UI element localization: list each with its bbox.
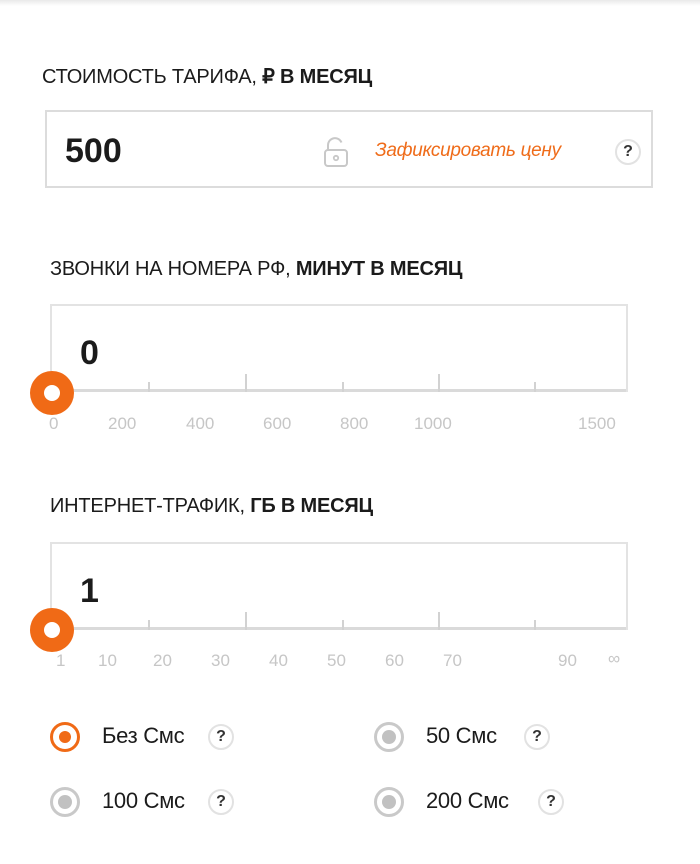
internet-scale-label: 40 — [269, 651, 288, 670]
calls-scale-label: 200 — [108, 414, 137, 433]
calls-label-unit: МИНУТ В МЕСЯЦ — [295, 258, 463, 280]
internet-label: ИНТЕРНЕТ-ТРАФИК, ГБ В МЕСЯЦ — [50, 495, 373, 518]
calls-label-text: ЗВОНКИ НА НОМЕРА РФ, — [50, 258, 296, 280]
internet-slider-handle[interactable] — [30, 608, 74, 652]
calls-label: ЗВОНКИ НА НОМЕРА РФ, МИНУТ В МЕСЯЦ — [50, 258, 463, 281]
calls-slider-track[interactable] — [52, 389, 626, 392]
internet-scale-label: 20 — [153, 651, 172, 670]
sms-radio-50[interactable] — [374, 722, 404, 752]
calls-scale-label: 800 — [340, 414, 369, 433]
calls-slider-handle[interactable] — [30, 371, 74, 415]
price-value: 500 — [65, 132, 122, 170]
sms-option-label[interactable]: Без Смс — [102, 723, 185, 749]
internet-slider-box: 1 — [50, 542, 628, 630]
calls-value: 0 — [80, 334, 99, 372]
internet-slider-track[interactable] — [52, 627, 626, 630]
sms-100-help-button[interactable]: ? — [208, 789, 234, 815]
price-label-text: СТОИМОСТЬ ТАРИФА, — [42, 66, 263, 88]
internet-tick — [534, 620, 536, 630]
sms-option-label[interactable]: 100 Смс — [102, 788, 185, 814]
internet-tick — [148, 620, 150, 630]
price-help-button[interactable]: ? — [615, 139, 641, 165]
sms-option-label[interactable]: 50 Смс — [426, 723, 497, 749]
calls-scale-label: 1000 — [414, 414, 452, 433]
internet-label-unit: ГБ В МЕСЯЦ — [250, 495, 373, 517]
calls-scale-label: 1500 — [578, 414, 616, 433]
sms-radio-200[interactable] — [374, 787, 404, 817]
internet-scale-label: 10 — [98, 651, 117, 670]
sms-50-help-button[interactable]: ? — [524, 724, 550, 750]
calls-tick — [148, 382, 150, 392]
internet-scale-label: 70 — [443, 651, 462, 670]
calls-scale-label: 0 — [49, 414, 59, 433]
sms-none-help-button[interactable]: ? — [208, 724, 234, 750]
internet-tick — [438, 612, 440, 630]
internet-scale-label: 90 — [558, 651, 577, 670]
sms-option-label[interactable]: 200 Смс — [426, 788, 509, 814]
calls-tick — [534, 382, 536, 392]
price-label: СТОИМОСТЬ ТАРИФА, ₽ В МЕСЯЦ — [42, 64, 372, 89]
internet-scale-label: ∞ — [608, 649, 621, 668]
calls-tick — [245, 374, 247, 392]
internet-scale-label: 30 — [211, 651, 230, 670]
internet-value: 1 — [80, 572, 99, 610]
internet-scale-label: 1 — [56, 651, 66, 670]
calls-scale-label: 600 — [263, 414, 292, 433]
internet-scale-label: 60 — [385, 651, 404, 670]
sms-200-help-button[interactable]: ? — [538, 789, 564, 815]
internet-tick — [342, 620, 344, 630]
internet-scale-label: 50 — [327, 651, 346, 670]
top-shadow-bar — [0, 0, 700, 6]
sms-radio-100[interactable] — [50, 787, 80, 817]
price-label-unit: ₽ В МЕСЯЦ — [262, 66, 373, 88]
calls-tick — [342, 382, 344, 392]
unlocked-padlock-icon[interactable] — [323, 136, 349, 168]
calls-scale-label: 400 — [186, 414, 215, 433]
calls-tick — [438, 374, 440, 392]
calls-slider-box: 0 — [50, 304, 628, 392]
internet-tick — [245, 612, 247, 630]
fix-price-link[interactable]: Зафиксировать цену — [375, 140, 561, 162]
internet-label-text: ИНТЕРНЕТ-ТРАФИК, — [50, 495, 251, 517]
price-field[interactable]: 500 Зафиксировать цену ? — [45, 110, 653, 188]
sms-radio-none[interactable] — [50, 722, 80, 752]
